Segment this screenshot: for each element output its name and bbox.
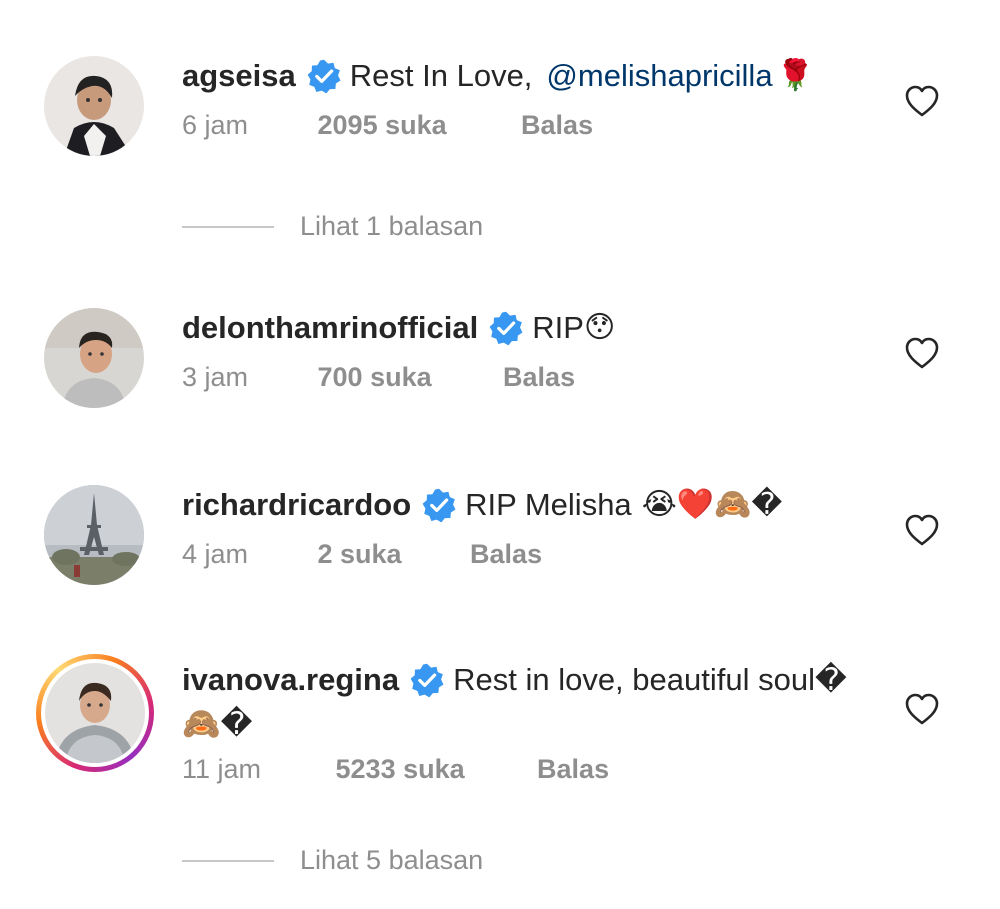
avatar-with-story-ring[interactable] [36, 654, 154, 772]
heart-icon[interactable] [904, 692, 940, 726]
comment-line: agseisa Rest In Love, @melishapricilla 🌹 [182, 56, 814, 96]
heart-icon[interactable] [904, 84, 940, 118]
avatar[interactable] [44, 485, 144, 585]
timestamp: 4 jam [182, 539, 249, 569]
comment-text-continuation: 🙈� [182, 706, 253, 741]
verified-badge-icon [421, 487, 457, 523]
avatar[interactable] [44, 308, 144, 408]
reply-button[interactable]: Balas [537, 754, 609, 785]
timestamp: 11 jam [182, 754, 262, 784]
comment-meta: 11 jam 5233 suka Balas [182, 754, 609, 785]
reply-button[interactable]: Balas [503, 362, 575, 393]
avatar[interactable] [44, 56, 144, 156]
view-replies-label[interactable]: Lihat 5 balasan [300, 845, 483, 876]
view-replies-label[interactable]: Lihat 1 balasan [300, 211, 483, 242]
heart-icon[interactable] [904, 336, 940, 370]
username[interactable]: delonthamrinofficial [182, 308, 478, 348]
like-count[interactable]: 2 suka [318, 539, 463, 570]
avatar-image [44, 56, 144, 156]
rose-emoji: 🌹 [776, 59, 814, 92]
like-count[interactable]: 2095 suka [318, 110, 514, 141]
timestamp: 6 jam [182, 110, 249, 140]
comment-text: Rest In Love, [349, 58, 533, 93]
view-replies[interactable]: Lihat 1 balasan [182, 211, 483, 242]
comment-meta: 6 jam 2095 suka Balas [182, 110, 593, 141]
comment-text: RIP Melisha [465, 487, 632, 522]
comment-text: RIP [532, 310, 584, 345]
username[interactable]: richardricardoo [182, 485, 411, 525]
like-count[interactable]: 700 suka [318, 362, 496, 393]
comment-line: delonthamrinofficial RIP 😯 [182, 308, 615, 348]
verified-badge-icon [306, 58, 342, 94]
comment-meta: 4 jam 2 suka Balas [182, 539, 542, 570]
avatar-inner [41, 659, 149, 767]
comment-line: ivanova.regina Rest in love, beautiful s… [182, 660, 847, 700]
timestamp: 3 jam [182, 362, 249, 392]
username[interactable]: agseisa [182, 56, 296, 96]
avatar-image [44, 485, 144, 585]
mention-link[interactable]: @melishapricilla [546, 56, 772, 96]
avatar-image [44, 308, 144, 408]
verified-badge-icon [409, 662, 445, 698]
emoji: 😭❤️🙈� [641, 488, 783, 521]
reply-button[interactable]: Balas [470, 539, 542, 570]
divider-line [182, 859, 274, 862]
avatar-image [45, 663, 145, 763]
divider-line [182, 225, 274, 228]
emoji: 😯 [583, 311, 616, 344]
reply-button[interactable]: Balas [521, 110, 593, 141]
comment-line: richardricardoo RIP Melisha 😭❤️🙈� [182, 485, 782, 525]
verified-badge-icon [488, 310, 524, 346]
username[interactable]: ivanova.regina [182, 660, 399, 700]
heart-icon[interactable] [904, 513, 940, 547]
view-replies[interactable]: Lihat 5 balasan [182, 845, 483, 876]
comment-text: Rest in love, beautiful soul� [453, 662, 847, 697]
comment-meta: 3 jam 700 suka Balas [182, 362, 575, 393]
like-count[interactable]: 5233 suka [336, 754, 530, 785]
